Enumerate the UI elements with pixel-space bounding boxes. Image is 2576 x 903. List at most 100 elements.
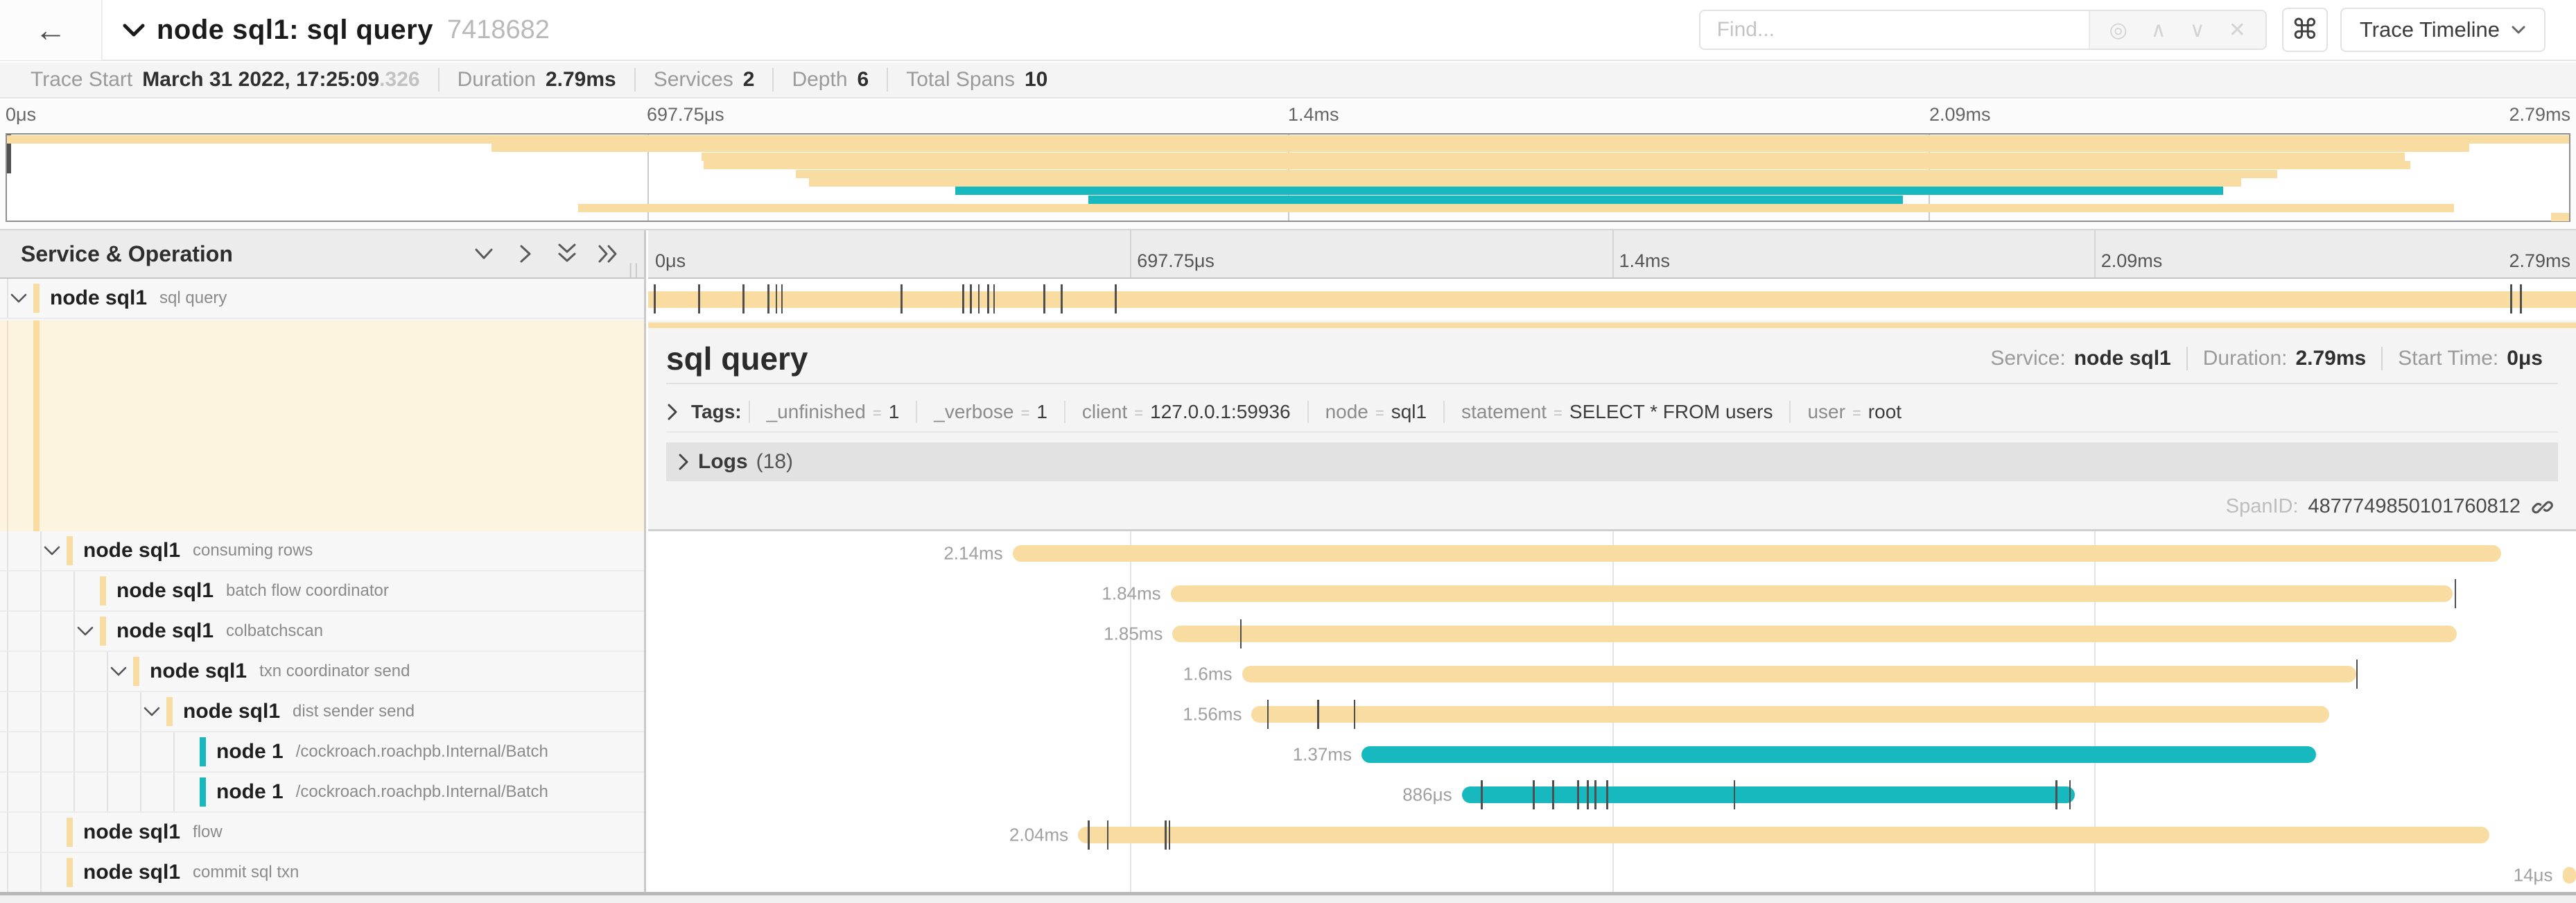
- span-tree-row[interactable]: node sql1consuming rows: [0, 531, 644, 571]
- span-tree-row[interactable]: node sql1colbatchscan: [0, 612, 644, 652]
- log-marker[interactable]: [1169, 820, 1171, 850]
- log-marker[interactable]: [900, 284, 903, 313]
- span-bar[interactable]: [1171, 585, 2453, 602]
- log-marker[interactable]: [781, 284, 783, 313]
- log-marker[interactable]: [978, 284, 980, 313]
- span-duration-label: 886μs: [1402, 784, 1461, 806]
- expand-one-icon[interactable]: [514, 242, 537, 266]
- tags-accordion[interactable]: Tags: _unfinished=1 _verbose=1 client=12…: [666, 393, 2558, 433]
- minimap-span-bar: [2551, 213, 2569, 221]
- log-marker[interactable]: [1165, 820, 1167, 850]
- log-marker[interactable]: [993, 284, 995, 313]
- log-marker[interactable]: [1107, 820, 1109, 850]
- timeline-tick: 2.79ms: [2509, 250, 2570, 272]
- log-marker[interactable]: [1533, 780, 1535, 809]
- expand-all-icon[interactable]: [597, 242, 620, 266]
- log-marker[interactable]: [1734, 780, 1736, 809]
- span-bar-row[interactable]: 1.84ms: [648, 574, 2576, 614]
- log-marker[interactable]: [962, 284, 964, 313]
- log-marker[interactable]: [1088, 820, 1090, 850]
- span-bar-row[interactable]: 2.04ms: [648, 815, 2576, 855]
- log-marker[interactable]: [1043, 284, 1045, 313]
- span-bar-row[interactable]: 14μs: [648, 855, 2576, 895]
- span-tree-row[interactable]: node sql1flow: [0, 813, 644, 853]
- span-bar[interactable]: [1078, 827, 2489, 843]
- log-marker[interactable]: [1317, 700, 1319, 729]
- log-marker[interactable]: [654, 284, 656, 313]
- log-marker[interactable]: [2510, 284, 2512, 313]
- span-bar[interactable]: [1361, 746, 2316, 763]
- span-tree-row[interactable]: node sql1batch flow coordinator: [0, 571, 644, 612]
- back-button[interactable]: ←: [0, 0, 103, 60]
- log-marker[interactable]: [1267, 700, 1269, 729]
- log-marker[interactable]: [1240, 619, 1242, 648]
- find-input[interactable]: [1700, 11, 2089, 49]
- prev-match-icon[interactable]: ∧: [2151, 18, 2166, 42]
- collapse-all-icon[interactable]: [555, 242, 579, 266]
- log-marker[interactable]: [987, 284, 989, 313]
- span-bar[interactable]: [648, 291, 2576, 308]
- span-bar-row[interactable]: 1.85ms: [648, 614, 2576, 654]
- view-selector-button[interactable]: Trace Timeline: [2340, 8, 2545, 52]
- next-match-icon[interactable]: ∨: [2190, 18, 2205, 42]
- log-marker[interactable]: [1115, 284, 1117, 313]
- span-tree-row[interactable]: node 1/cockroach.roachpb.Internal/Batch: [0, 773, 644, 813]
- log-marker[interactable]: [1606, 780, 1608, 809]
- span-bar-row[interactable]: [648, 279, 2576, 319]
- span-tree-row[interactable]: node sql1sql query: [0, 279, 644, 319]
- log-marker[interactable]: [2055, 780, 2057, 809]
- span-bar[interactable]: [1251, 706, 2329, 723]
- timeline-panel: 0μs 697.75μs 1.4ms 2.09ms 2.79ms sql que…: [648, 230, 2576, 903]
- log-marker[interactable]: [742, 284, 745, 313]
- trace-minimap[interactable]: 0μs 697.75μs 1.4ms 2.09ms 2.79ms: [0, 100, 2576, 230]
- log-marker[interactable]: [2455, 579, 2457, 608]
- log-marker[interactable]: [970, 284, 972, 313]
- log-marker[interactable]: [767, 284, 769, 313]
- span-bar-row[interactable]: 886μs: [648, 775, 2576, 815]
- span-bar[interactable]: [1242, 666, 2356, 682]
- log-marker[interactable]: [2520, 284, 2522, 313]
- span-operation-name: txn coordinator send: [259, 662, 410, 681]
- span-bar[interactable]: [1013, 545, 2501, 562]
- panel-resize-handle[interactable]: ||: [629, 261, 640, 280]
- deep-link-icon[interactable]: [2532, 495, 2555, 518]
- span-tree-row[interactable]: node 1/cockroach.roachpb.Internal/Batch: [0, 732, 644, 773]
- clear-search-icon[interactable]: ✕: [2229, 18, 2246, 42]
- service-operation-title: Service & Operation: [21, 241, 233, 267]
- log-marker[interactable]: [1354, 700, 1356, 729]
- chevron-down-icon[interactable]: [143, 705, 161, 718]
- chevron-down-icon[interactable]: [10, 292, 28, 304]
- log-marker[interactable]: [1552, 780, 1554, 809]
- span-operation-name: /cockroach.roachpb.Internal/Batch: [296, 742, 548, 762]
- span-tree-row[interactable]: node sql1commit sql txn: [0, 853, 644, 893]
- log-marker[interactable]: [1594, 780, 1596, 809]
- span-bar[interactable]: [1172, 626, 2456, 642]
- log-marker[interactable]: [1587, 780, 1589, 809]
- span-bar[interactable]: [2563, 867, 2576, 884]
- log-marker[interactable]: [1481, 780, 1483, 809]
- minimap-canvas[interactable]: [6, 133, 2570, 222]
- span-bar-row[interactable]: 1.6ms: [648, 654, 2576, 694]
- keyboard-shortcuts-button[interactable]: ⌘: [2282, 8, 2328, 52]
- collapse-trace-chevron-icon[interactable]: [122, 22, 146, 38]
- logs-accordion[interactable]: Logs (18): [666, 442, 2558, 481]
- log-marker[interactable]: [1061, 284, 1063, 313]
- span-bar-row-root[interactable]: [648, 279, 2576, 320]
- log-marker[interactable]: [1577, 780, 1579, 809]
- log-marker[interactable]: [2356, 660, 2358, 689]
- span-bar-row[interactable]: 1.37ms: [648, 734, 2576, 775]
- log-marker[interactable]: [698, 284, 700, 313]
- collapse-one-icon[interactable]: [472, 242, 496, 266]
- span-bar-row[interactable]: 2.14ms: [648, 533, 2576, 574]
- locate-icon[interactable]: ◎: [2109, 18, 2127, 42]
- chevron-down-icon[interactable]: [43, 544, 61, 557]
- span-operation-name: consuming rows: [193, 541, 313, 560]
- chevron-down-icon[interactable]: [110, 665, 128, 678]
- log-marker[interactable]: [776, 284, 778, 313]
- span-tree-row[interactable]: node sql1dist sender send: [0, 692, 644, 732]
- log-marker[interactable]: [2069, 780, 2071, 809]
- span-color-bar: [200, 777, 206, 807]
- span-tree-row[interactable]: node sql1txn coordinator send: [0, 652, 644, 692]
- span-bar-row[interactable]: 1.56ms: [648, 694, 2576, 734]
- chevron-down-icon[interactable]: [76, 625, 94, 637]
